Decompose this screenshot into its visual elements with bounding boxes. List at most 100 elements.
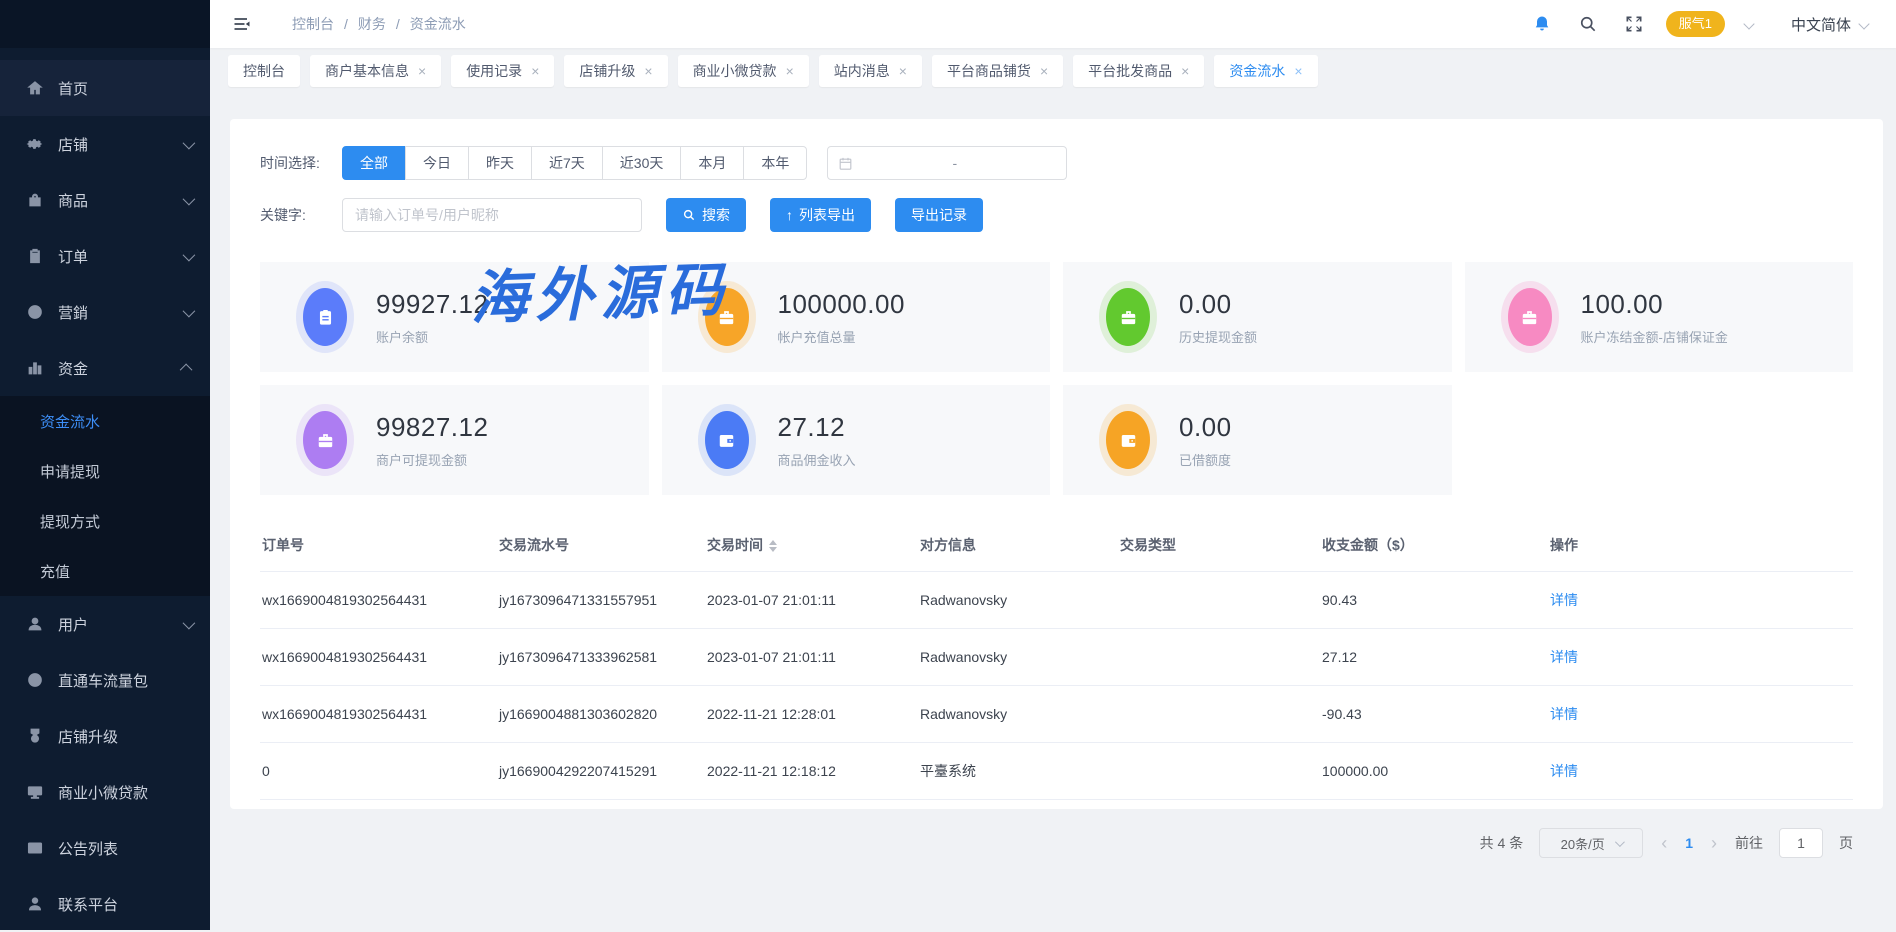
search-button[interactable]: 搜索 (666, 198, 746, 232)
detail-link[interactable]: 详情 (1550, 706, 1578, 722)
sidebar-item-users[interactable]: 用户 (0, 596, 210, 652)
time-option-today[interactable]: 今日 (405, 146, 469, 180)
stat-card-account-balance: 99927.12账户余额 (260, 262, 649, 372)
sidebar-item-announcements[interactable]: 公告列表 (0, 820, 210, 876)
tab-shop-upgrade[interactable]: 店铺升级× (564, 55, 667, 87)
sidebar: 首页 店铺 商品 订单 营銷 资金 资金流水 申请提现 (0, 0, 210, 930)
stat-label: 已借额度 (1179, 450, 1232, 469)
sidebar-item-recharge[interactable]: 充值 (0, 546, 210, 596)
sidebar-item-marketing[interactable]: 营銷 (0, 284, 210, 340)
detail-link[interactable]: 详情 (1550, 649, 1578, 665)
breadcrumb: 控制台 / 财务 / 资金流水 (292, 14, 466, 34)
close-icon[interactable]: × (1181, 64, 1189, 78)
time-option-all[interactable]: 全部 (342, 146, 406, 180)
stat-value: 27.12 (778, 412, 856, 443)
close-icon[interactable]: × (644, 64, 652, 78)
cell-order-no: wx1669004819302564431 (260, 686, 497, 743)
tab-fund-flow[interactable]: 资金流水× (1214, 55, 1317, 87)
sidebar-item-funds[interactable]: 资金 (0, 340, 210, 396)
fullscreen-icon[interactable] (1624, 14, 1644, 34)
detail-link[interactable]: 详情 (1550, 763, 1578, 779)
close-icon[interactable]: × (1294, 64, 1302, 78)
sidebar-item-shop[interactable]: 店铺 (0, 116, 210, 172)
goto-page-input[interactable] (1779, 828, 1823, 858)
calendar-icon (838, 156, 853, 171)
close-icon[interactable]: × (1040, 64, 1048, 78)
time-option-this-month[interactable]: 本月 (680, 146, 744, 180)
cell-order-no: wx1669004819302564431 (260, 572, 497, 629)
tab-usage-record[interactable]: 使用记录× (451, 55, 554, 87)
breadcrumb-item[interactable]: 财务 (358, 14, 386, 34)
current-page[interactable]: 1 (1685, 835, 1693, 851)
sidebar-item-withdraw-method[interactable]: 提现方式 (0, 496, 210, 546)
sidebar-item-fund-flow[interactable]: 资金流水 (0, 396, 210, 446)
medal-icon (26, 727, 44, 745)
stat-label: 商品佣金收入 (778, 450, 856, 469)
bell-icon[interactable] (1532, 14, 1552, 34)
sort-icon[interactable] (769, 540, 777, 552)
cell-flow-no: jy1673096471333962581 (497, 629, 705, 686)
tab-label: 平台商品铺货 (947, 61, 1031, 81)
recharge-total-icon (705, 288, 749, 346)
close-icon[interactable]: × (786, 64, 794, 78)
date-range-picker[interactable]: - (827, 146, 1067, 180)
time-option-yesterday[interactable]: 昨天 (468, 146, 532, 180)
next-page-button[interactable]: › (1709, 833, 1719, 854)
tab-console[interactable]: 控制台 (228, 55, 300, 87)
search-icon (682, 208, 696, 222)
detail-link[interactable]: 详情 (1550, 592, 1578, 608)
main-area: 控制台 / 财务 / 资金流水 服气1 中文简体 控制台 商 (210, 0, 1896, 930)
sidebar-item-goods[interactable]: 商品 (0, 172, 210, 228)
close-icon[interactable]: × (418, 64, 426, 78)
stat-label: 商户可提现金额 (376, 450, 488, 469)
export-list-button[interactable]: ↑ 列表导出 (770, 198, 871, 232)
stat-card-withdrawable: 99827.12 商户可提现金额 (260, 385, 649, 495)
page-size-select[interactable]: 20条/页 (1539, 828, 1643, 858)
tab-platform-wholesale[interactable]: 平台批发商品× (1073, 55, 1204, 87)
sidebar-item-label: 资金 (58, 358, 88, 379)
language-selector[interactable]: 中文简体 (1791, 14, 1868, 35)
col-amount: 收支金额（$） (1320, 519, 1548, 572)
close-icon[interactable]: × (899, 64, 907, 78)
commission-income-icon (705, 411, 749, 469)
tab-micro-loan[interactable]: 商业小微贷款× (678, 55, 809, 87)
home-icon (26, 79, 44, 97)
sidebar-item-orders[interactable]: 订单 (0, 228, 210, 284)
sidebar-item-home[interactable]: 首页 (0, 60, 210, 116)
tab-merchant-info[interactable]: 商户基本信息× (310, 55, 441, 87)
close-icon[interactable]: × (531, 64, 539, 78)
cell-counterparty: Radwanovsky (918, 629, 1118, 686)
tab-site-message[interactable]: 站内消息× (819, 55, 922, 87)
stat-value: 99827.12 (376, 412, 488, 443)
sidebar-item-label: 商业小微贷款 (58, 782, 148, 803)
stat-card-commission-income: 27.12 商品佣金收入 (662, 385, 1051, 495)
chevron-down-icon[interactable] (1743, 18, 1754, 29)
user-badge[interactable]: 服气1 (1666, 11, 1725, 37)
time-option-this-year[interactable]: 本年 (743, 146, 807, 180)
search-icon[interactable] (1578, 14, 1598, 34)
tab-platform-distribute[interactable]: 平台商品铺货 × (932, 55, 1063, 87)
col-time[interactable]: 交易时间 (705, 519, 918, 572)
sidebar-item-withdraw-apply[interactable]: 申请提现 (0, 446, 210, 496)
export-record-button[interactable]: 导出记录 (895, 198, 983, 232)
stat-card-frozen-deposit: 100.00账户冻结金额-店铺保证金 (1465, 262, 1854, 372)
table-row: wx1669004819302564431 jy1669004881303602… (260, 686, 1853, 743)
time-option-7days[interactable]: 近7天 (531, 146, 603, 180)
sidebar-item-contact-platform[interactable]: 联系平台 (0, 876, 210, 932)
sidebar-item-traffic-package[interactable]: 直通车流量包 (0, 652, 210, 708)
page-suffix: 页 (1839, 833, 1853, 853)
time-option-30days[interactable]: 近30天 (602, 146, 682, 180)
sidebar-item-label: 公告列表 (58, 838, 118, 859)
language-label: 中文简体 (1791, 14, 1851, 35)
cell-amount: -90.43 (1320, 686, 1548, 743)
sidebar-item-micro-loan[interactable]: 商业小微贷款 (0, 764, 210, 820)
mail-icon (26, 839, 44, 857)
keyword-label: 关键字: (260, 205, 342, 225)
chevron-down-icon (183, 248, 196, 261)
prev-page-button[interactable]: ‹ (1659, 833, 1669, 854)
sidebar-item-shop-upgrade[interactable]: 店铺升级 (0, 708, 210, 764)
menu-fold-icon[interactable] (232, 14, 252, 34)
keyword-input[interactable] (342, 198, 642, 232)
breadcrumb-item[interactable]: 控制台 (292, 14, 334, 34)
cell-type (1118, 686, 1320, 743)
